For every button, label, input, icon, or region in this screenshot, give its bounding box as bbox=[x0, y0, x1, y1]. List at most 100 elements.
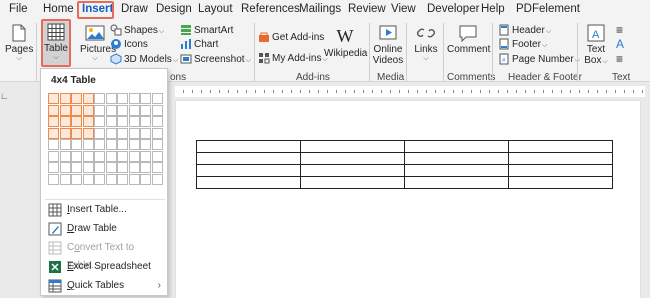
grid-cell[interactable] bbox=[82, 116, 94, 127]
wordart-icon[interactable]: A bbox=[616, 38, 624, 51]
grid-cell[interactable] bbox=[48, 150, 59, 162]
tab-layout[interactable]: Layout bbox=[198, 0, 233, 19]
horizontal-ruler[interactable] bbox=[175, 86, 645, 97]
grid-cell[interactable] bbox=[82, 139, 94, 150]
grid-cell[interactable] bbox=[151, 93, 163, 104]
grid-cell[interactable] bbox=[71, 150, 82, 162]
grid-cell[interactable] bbox=[105, 93, 117, 104]
grid-cell[interactable] bbox=[128, 116, 140, 127]
tab-pdfelement[interactable]: PDFelement bbox=[516, 0, 580, 19]
icons-button[interactable]: Icons bbox=[110, 38, 148, 51]
grid-cell[interactable] bbox=[48, 173, 59, 185]
grid-cell[interactable] bbox=[82, 127, 94, 139]
tab-home[interactable]: Home bbox=[43, 0, 74, 19]
table-cell[interactable] bbox=[404, 176, 509, 189]
table-cell[interactable] bbox=[300, 140, 405, 153]
grid-cell[interactable] bbox=[94, 127, 105, 139]
tab-draw[interactable]: Draw bbox=[121, 0, 148, 19]
tab-help[interactable]: Help bbox=[481, 0, 505, 19]
grid-cell[interactable] bbox=[59, 127, 71, 139]
table-cell[interactable] bbox=[196, 164, 301, 177]
3d-models-button[interactable]: 3D Models⌵ bbox=[110, 53, 178, 67]
table-cell[interactable] bbox=[300, 176, 405, 189]
grid-cell[interactable] bbox=[82, 173, 94, 185]
document-page[interactable] bbox=[176, 101, 640, 298]
comment-button[interactable]: Comment bbox=[447, 24, 490, 55]
grid-cell[interactable] bbox=[71, 139, 82, 150]
grid-cell[interactable] bbox=[151, 139, 163, 150]
grid-cell[interactable] bbox=[151, 162, 163, 173]
table-cell[interactable] bbox=[300, 164, 405, 177]
grid-cell[interactable] bbox=[151, 116, 163, 127]
grid-cell[interactable] bbox=[82, 93, 94, 104]
grid-cell[interactable] bbox=[48, 127, 59, 139]
table-cell[interactable] bbox=[404, 140, 509, 153]
grid-cell[interactable] bbox=[48, 93, 59, 104]
grid-cell[interactable] bbox=[140, 93, 151, 104]
grid-cell[interactable] bbox=[48, 139, 59, 150]
grid-cell[interactable] bbox=[117, 150, 128, 162]
table-cell[interactable] bbox=[508, 176, 613, 189]
tab-file[interactable]: File bbox=[9, 0, 28, 19]
grid-cell[interactable] bbox=[117, 173, 128, 185]
tab-references[interactable]: References bbox=[241, 0, 300, 19]
draw-table-item[interactable]: Draw Table bbox=[48, 220, 164, 238]
footer-button[interactable]: Footer⌵ bbox=[498, 38, 547, 52]
pictures-button[interactable]: Pictures ⌵ bbox=[80, 24, 116, 63]
links-button[interactable]: Links ⌵ bbox=[411, 24, 441, 63]
grid-cell[interactable] bbox=[140, 162, 151, 173]
grid-cell[interactable] bbox=[117, 116, 128, 127]
table-cell[interactable] bbox=[300, 152, 405, 165]
grid-cell[interactable] bbox=[48, 116, 59, 127]
grid-cell[interactable] bbox=[117, 162, 128, 173]
grid-cell[interactable] bbox=[105, 116, 117, 127]
grid-cell[interactable] bbox=[94, 139, 105, 150]
grid-cell[interactable] bbox=[105, 150, 117, 162]
tab-mailings[interactable]: Mailings bbox=[299, 0, 341, 19]
grid-cell[interactable] bbox=[117, 104, 128, 116]
table-cell[interactable] bbox=[508, 152, 613, 165]
tab-view[interactable]: View bbox=[391, 0, 416, 19]
table-cell[interactable] bbox=[196, 152, 301, 165]
grid-cell[interactable] bbox=[59, 162, 71, 173]
get-addins-button[interactable]: Get Add-ins bbox=[258, 31, 324, 44]
grid-cell[interactable] bbox=[140, 127, 151, 139]
dropcap-icon[interactable]: ≡ bbox=[616, 53, 623, 66]
grid-cell[interactable] bbox=[128, 104, 140, 116]
grid-cell[interactable] bbox=[71, 104, 82, 116]
grid-cell[interactable] bbox=[82, 104, 94, 116]
grid-cell[interactable] bbox=[128, 173, 140, 185]
page-number-button[interactable]: #Page Number⌵ bbox=[498, 53, 580, 67]
table-button[interactable]: Table ⌵ bbox=[43, 23, 69, 62]
quick-parts-icon[interactable]: ≡ bbox=[616, 24, 623, 37]
grid-cell[interactable] bbox=[48, 104, 59, 116]
grid-cell[interactable] bbox=[151, 104, 163, 116]
grid-cell[interactable] bbox=[82, 150, 94, 162]
quick-tables-item[interactable]: Quick Tables › bbox=[48, 277, 164, 295]
table-cell[interactable] bbox=[508, 164, 613, 177]
grid-cell[interactable] bbox=[71, 162, 82, 173]
grid-cell[interactable] bbox=[117, 127, 128, 139]
pages-button[interactable]: Pages ⌵ bbox=[5, 24, 33, 63]
tab-design[interactable]: Design bbox=[156, 0, 192, 19]
smartart-button[interactable]: SmartArt bbox=[180, 24, 233, 37]
wikipedia-button[interactable]: W Wikipedia bbox=[324, 26, 367, 59]
grid-cell[interactable] bbox=[105, 104, 117, 116]
grid-cell[interactable] bbox=[128, 162, 140, 173]
grid-cell[interactable] bbox=[71, 116, 82, 127]
grid-cell[interactable] bbox=[140, 150, 151, 162]
insert-table-item[interactable]: Insert Table... bbox=[48, 201, 164, 219]
tab-developer[interactable]: Developer bbox=[427, 0, 479, 19]
grid-cell[interactable] bbox=[128, 150, 140, 162]
grid-cell[interactable] bbox=[151, 150, 163, 162]
grid-cell[interactable] bbox=[105, 139, 117, 150]
grid-cell[interactable] bbox=[71, 127, 82, 139]
grid-cell[interactable] bbox=[71, 173, 82, 185]
grid-cell[interactable] bbox=[94, 162, 105, 173]
grid-cell[interactable] bbox=[140, 116, 151, 127]
shapes-button[interactable]: Shapes⌵ bbox=[110, 24, 164, 38]
grid-cell[interactable] bbox=[128, 139, 140, 150]
grid-cell[interactable] bbox=[59, 173, 71, 185]
table-cell[interactable] bbox=[196, 176, 301, 189]
text-box-button[interactable]: A Text Box⌵ bbox=[582, 24, 610, 67]
